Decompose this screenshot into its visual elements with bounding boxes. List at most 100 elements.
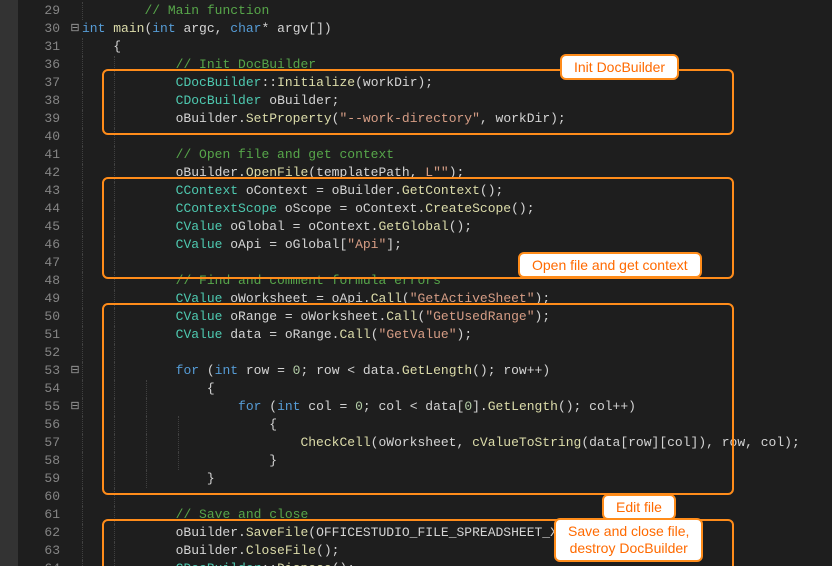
code-line[interactable]: { <box>82 380 832 398</box>
code-line[interactable]: CContextScope oScope = oContext.CreateSc… <box>82 200 832 218</box>
token-fn: Initialize <box>277 75 355 90</box>
code-line[interactable] <box>82 488 832 506</box>
code-line[interactable]: { <box>82 416 832 434</box>
code-line[interactable]: // Save and close <box>82 506 832 524</box>
fold-marker <box>68 524 82 542</box>
line-number: 30 <box>18 20 60 38</box>
line-number: 45 <box>18 218 60 236</box>
line-number: 41 <box>18 146 60 164</box>
token-kw: int <box>277 399 300 414</box>
code-line[interactable]: { <box>82 38 832 56</box>
line-number: 52 <box>18 344 60 362</box>
code-area[interactable]: // Main function int main(int argc, char*… <box>82 0 832 566</box>
code-line[interactable]: CValue data = oRange.Call("GetValue"); <box>82 326 832 344</box>
token-id: ; col < data[ <box>363 399 464 414</box>
code-line[interactable] <box>82 344 832 362</box>
code-line[interactable]: CDocBuilder::Dispose(); <box>82 560 832 566</box>
token-id: ]. <box>472 399 488 414</box>
line-number: 44 <box>18 200 60 218</box>
code-line[interactable]: int main(int argc, char* argv[]) <box>82 20 832 38</box>
token-id: oBuilder. <box>144 525 245 540</box>
line-number: 39 <box>18 110 60 128</box>
fold-marker <box>68 56 82 74</box>
code-line[interactable]: oBuilder.SetProperty("--work-directory",… <box>82 110 832 128</box>
token-id: row = <box>238 363 293 378</box>
code-line[interactable]: CContext oContext = oBuilder.GetContext(… <box>82 182 832 200</box>
token-id: oBuilder. <box>144 165 245 180</box>
line-number: 50 <box>18 308 60 326</box>
line-number: 59 <box>18 470 60 488</box>
line-number: 51 <box>18 326 60 344</box>
code-line[interactable]: } <box>82 470 832 488</box>
token-id <box>144 75 175 90</box>
fold-marker <box>68 380 82 398</box>
code-line[interactable] <box>82 254 832 272</box>
code-line[interactable]: CDocBuilder oBuilder; <box>82 92 832 110</box>
fold-marker[interactable]: ⊟ <box>68 362 82 380</box>
token-cm: // Main function <box>144 3 269 18</box>
token-id <box>144 273 175 288</box>
line-number: 42 <box>18 164 60 182</box>
token-fn: Call <box>339 327 370 342</box>
fold-marker <box>68 164 82 182</box>
fold-marker <box>68 272 82 290</box>
breakpoint-margin[interactable] <box>0 0 18 566</box>
fold-marker <box>68 344 82 362</box>
code-line[interactable]: CValue oWorksheet = oApi.Call("GetActive… <box>82 290 832 308</box>
token-id: (workDir); <box>355 75 433 90</box>
token-type: CValue <box>176 219 223 234</box>
fold-marker <box>68 434 82 452</box>
token-str: L"" <box>425 165 448 180</box>
code-line[interactable] <box>82 128 832 146</box>
fold-marker <box>68 452 82 470</box>
fold-marker <box>68 416 82 434</box>
token-id <box>144 309 175 324</box>
fold-marker[interactable]: ⊟ <box>68 398 82 416</box>
code-line[interactable]: // Main function <box>82 2 832 20</box>
token-fn: SetProperty <box>246 111 332 126</box>
token-kw: for <box>176 363 199 378</box>
code-line[interactable]: CheckCell(oWorksheet, cValueToString(dat… <box>82 434 832 452</box>
line-number: 60 <box>18 488 60 506</box>
code-line[interactable]: oBuilder.CloseFile(); <box>82 542 832 560</box>
code-line[interactable]: for (int col = 0; col < data[0].GetLengt… <box>82 398 832 416</box>
code-line[interactable]: CDocBuilder::Initialize(workDir); <box>82 74 832 92</box>
token-fn: GetGlobal <box>378 219 448 234</box>
fold-marker <box>68 200 82 218</box>
code-line[interactable]: oBuilder.SaveFile(OFFICESTUDIO_FILE_SPRE… <box>82 524 832 542</box>
code-line[interactable]: CValue oApi = oGlobal["Api"]; <box>82 236 832 254</box>
fold-gutter[interactable]: ⊟ ⊟ ⊟ <box>68 0 82 566</box>
token-str: "--work-directory" <box>339 111 479 126</box>
token-id <box>144 291 175 306</box>
code-line[interactable]: // Init DocBuilder <box>82 56 832 74</box>
token-id: (); <box>332 561 355 566</box>
code-line[interactable]: // Find and comment formula errors <box>82 272 832 290</box>
token-fn: CloseFile <box>246 543 316 558</box>
code-line[interactable]: CValue oRange = oWorksheet.Call("GetUsed… <box>82 308 832 326</box>
line-number: 62 <box>18 524 60 542</box>
code-line[interactable]: } <box>82 452 832 470</box>
line-number: 36 <box>18 56 60 74</box>
token-id: { <box>113 39 121 54</box>
token-cm: // Find and comment formula errors <box>176 273 441 288</box>
line-number: 43 <box>18 182 60 200</box>
line-number: 47 <box>18 254 60 272</box>
token-id: (oWorksheet, <box>371 435 472 450</box>
token-id: } <box>176 471 215 486</box>
code-line[interactable]: CValue oGlobal = oContext.GetGlobal(); <box>82 218 832 236</box>
fold-marker[interactable]: ⊟ <box>68 20 82 38</box>
token-op: :: <box>261 75 277 90</box>
token-fn: GetLength <box>402 363 472 378</box>
line-number-gutter[interactable]: 2930313637383940414243444546474849505152… <box>18 0 68 566</box>
token-id <box>144 219 175 234</box>
code-line[interactable]: for (int row = 0; row < data.GetLength()… <box>82 362 832 380</box>
code-editor[interactable]: 2930313637383940414243444546474849505152… <box>0 0 832 566</box>
code-line[interactable]: oBuilder.OpenFile(templatePath, L""); <box>82 164 832 182</box>
code-line[interactable]: // Open file and get context <box>82 146 832 164</box>
token-id: { <box>176 381 215 396</box>
token-type: CContext <box>176 183 238 198</box>
token-id: } <box>207 453 277 468</box>
fold-marker <box>68 182 82 200</box>
token-id: (data[row][col]), row, col); <box>581 435 799 450</box>
line-number: 49 <box>18 290 60 308</box>
